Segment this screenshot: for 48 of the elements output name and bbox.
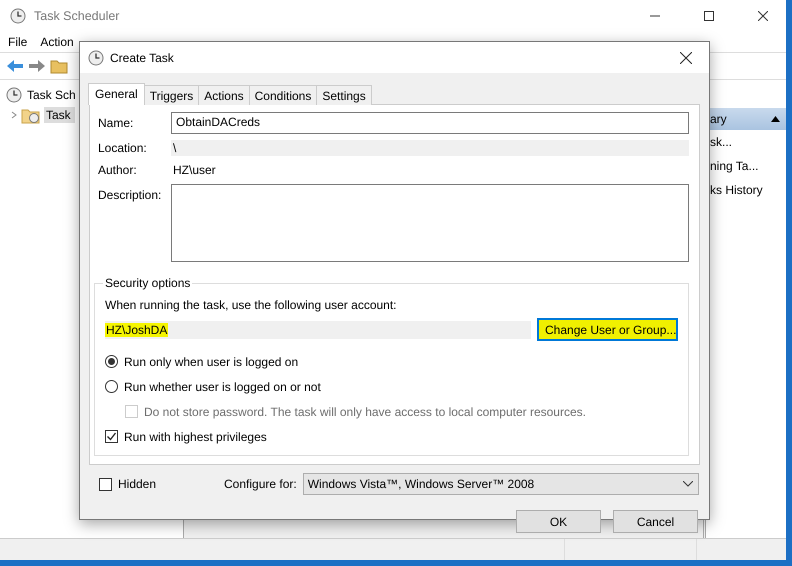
tab[interactable]: Actions — [198, 85, 250, 105]
field-label: Configure for: — [224, 477, 297, 491]
author-value: HZ\user — [172, 162, 217, 178]
tab[interactable]: Triggers — [144, 85, 200, 105]
field-label: Location: — [98, 141, 148, 155]
configure-dropdown[interactable]: Windows Vista™, Windows Server™ 2008 — [302, 473, 699, 495]
checkbox[interactable] — [99, 478, 112, 490]
action-link[interactable]: sk... — [706, 130, 786, 154]
change-user-button[interactable]: Change User or Group... — [537, 318, 678, 341]
forward-arrow-icon[interactable] — [28, 58, 46, 74]
expand-icon[interactable] — [10, 111, 18, 119]
field-label: Description: — [98, 187, 162, 202]
folder-icon[interactable] — [50, 58, 68, 74]
menu-item[interactable]: File — [8, 35, 28, 49]
account-field: HZ\JoshDA — [105, 320, 531, 338]
dialog-title: Create Task — [110, 50, 175, 64]
checkbox[interactable] — [105, 430, 118, 443]
window-title: Task Scheduler — [34, 9, 120, 23]
action-link[interactable]: ks History — [706, 178, 786, 202]
action-link[interactable]: ning Ta... — [706, 154, 786, 178]
option-label: Run only when user is logged on — [124, 354, 298, 368]
tab[interactable]: Settings — [316, 85, 372, 105]
group-heading: Security options — [104, 276, 192, 290]
folder-icon — [21, 106, 41, 124]
option-label: Run whether user is logged on or not — [124, 380, 321, 394]
back-arrow-icon[interactable] — [6, 58, 24, 74]
option-label: Do not store password. The task will only have access to local computer resources. — [144, 404, 586, 418]
account-prompt: When running the task, use the following user account: — [105, 298, 398, 312]
tab[interactable]: General — [88, 83, 145, 105]
tab[interactable]: Conditions — [248, 85, 318, 105]
tree-item[interactable]: Task — [44, 107, 75, 123]
field-label: Name: — [98, 116, 134, 130]
clock-icon — [88, 50, 104, 66]
dialog-button[interactable]: OK — [516, 510, 601, 533]
menu-item[interactable]: Action — [40, 35, 74, 49]
clock-icon — [10, 8, 26, 24]
dialog-button[interactable]: Cancel — [613, 510, 698, 533]
field-label: Author: — [98, 163, 138, 177]
name-field[interactable]: ObtainDACreds — [171, 112, 689, 134]
clock-icon — [6, 87, 22, 103]
tree-item[interactable]: Task Sch — [25, 87, 80, 103]
radio-button[interactable] — [105, 355, 118, 368]
collapse-arrow-icon[interactable] — [771, 116, 780, 122]
radio-button[interactable] — [105, 380, 118, 393]
location-value: \ — [171, 140, 689, 156]
description-field[interactable] — [171, 184, 689, 262]
checkbox-label: Hidden — [118, 477, 158, 491]
option-label: Run with highest privileges — [124, 430, 267, 444]
